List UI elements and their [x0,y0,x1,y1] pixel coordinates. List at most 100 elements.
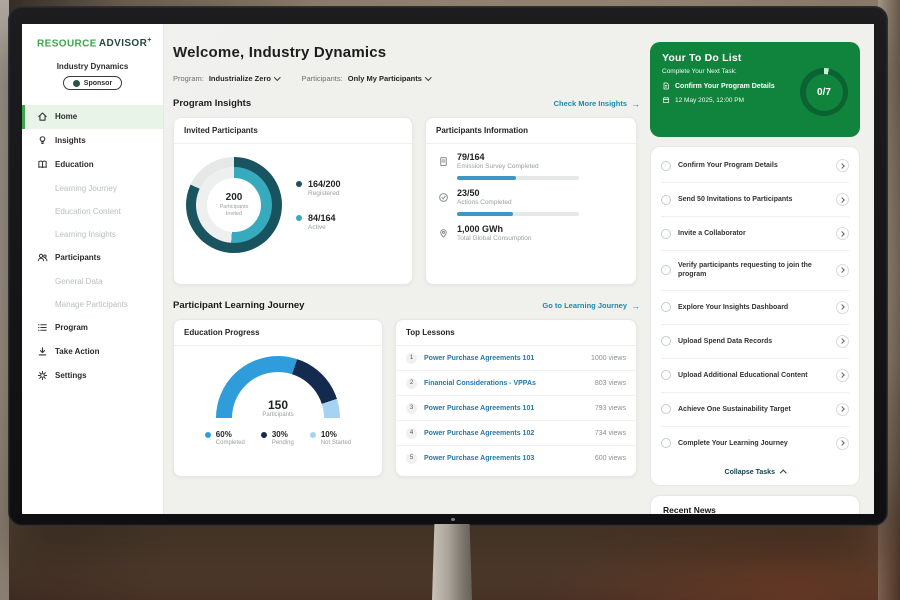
participants-filter-dropdown[interactable]: Only My Participants [348,74,431,83]
power-led [451,518,455,521]
donut-center-value: 200 [226,192,243,203]
lesson-views: 793 views [595,405,626,412]
lesson-link[interactable]: Power Purchase Agreements 102 [424,430,588,437]
program-filter: Program: Industrialize Zero [173,74,279,83]
gauge-center-value: 150 [268,398,288,412]
task-row-achieve-sustainability-target[interactable]: Achieve One Sustainability Target [661,393,849,427]
task-checkbox[interactable] [661,336,671,346]
lesson-row[interactable]: 2 Financial Considerations - VPPAs 803 v… [396,371,636,396]
task-row-upload-spend-data[interactable]: Upload Spend Data Records [661,325,849,359]
sponsor-badge[interactable]: Sponsor [63,76,122,90]
filters-bar: Program: Industrialize Zero Participants… [173,74,640,83]
page-title: Welcome, Industry Dynamics [173,44,640,61]
task-row-explore-insights[interactable]: Explore Your Insights Dashboard [661,291,849,325]
task-chevron-button[interactable] [836,335,849,348]
task-chevron-button[interactable] [836,301,849,314]
legend-item-active: 84/164 Active [296,213,341,231]
lesson-link[interactable]: Power Purchase Agreements 103 [424,455,588,462]
lesson-link[interactable]: Financial Considerations - VPPAs [424,380,588,387]
sidebar-item-participants[interactable]: Participants [22,246,163,270]
sidebar-item-manage-participants[interactable]: Manage Participants [22,293,163,316]
lesson-views: 600 views [595,455,626,462]
task-row-confirm-program[interactable]: Confirm Your Program Details [661,149,849,183]
sidebar-item-program[interactable]: Program [22,316,163,340]
clipboard-icon [438,154,449,165]
task-row-send-invitations[interactable]: Send 50 Invitations to Participants [661,183,849,217]
sidebar-item-learning-insights[interactable]: Learning Insights [22,223,163,246]
task-label: Upload Additional Educational Content [678,371,829,380]
lesson-link[interactable]: Power Purchase Agreements 101 [424,355,584,362]
resource-advisor-app: RESOURCEADVISOR+ Industry Dynamics Spons… [22,24,874,514]
task-label: Send 50 Invitations to Participants [678,195,829,204]
task-chevron-button[interactable] [836,227,849,240]
task-checkbox[interactable] [661,438,671,448]
sidebar-item-label: Learning Insights [55,230,116,239]
sidebar-item-home[interactable]: Home [22,105,163,129]
lesson-row[interactable]: 1 Power Purchase Agreements 101 1000 vie… [396,346,636,371]
invited-participants-body: 200 Participants Invited 164/200 Registe [174,144,412,266]
task-checkbox[interactable] [661,161,671,171]
task-chevron-button[interactable] [836,369,849,382]
top-lessons-title: Top Lessons [396,320,636,346]
lesson-link[interactable]: Power Purchase Agreements 101 [424,405,588,412]
task-checkbox[interactable] [661,265,671,275]
recent-news-card: Recent News [650,495,860,514]
task-checkbox[interactable] [661,229,671,239]
sidebar-item-general-data[interactable]: General Data [22,270,163,293]
go-to-learning-journey-label: Go to Learning Journey [542,301,627,310]
chevron-down-icon [425,74,431,80]
lesson-rank-badge: 1 [406,353,417,364]
sidebar-item-learning-journey[interactable]: Learning Journey [22,177,163,200]
check-more-insights-link[interactable]: Check More Insights → [554,99,640,109]
sidebar-item-settings[interactable]: Settings [22,364,163,388]
sidebar-item-insights[interactable]: Insights [22,129,163,153]
task-checkbox[interactable] [661,404,671,414]
arrow-right-icon: → [631,99,640,109]
todo-progress-value: 0/7 [806,74,843,111]
todo-next-task[interactable]: Confirm Your Program Details [662,82,796,90]
sidebar-item-label: Learning Journey [55,184,117,193]
task-label: Invite a Collaborator [678,229,829,238]
people-icon [37,252,48,263]
chevron-right-icon [839,231,845,237]
sidebar-item-take-action[interactable]: Take Action [22,340,163,364]
task-chevron-button[interactable] [836,193,849,206]
task-row-invite-collaborator[interactable]: Invite a Collaborator [661,217,849,251]
program-insights-cards: Invited Participants 200 Participants In… [173,117,640,285]
logo-text-secondary: ADVISOR [99,38,147,49]
sidebar-item-education-content[interactable]: Education Content [22,200,163,223]
check-more-insights-label: Check More Insights [554,99,627,108]
collapse-tasks-link[interactable]: Collapse Tasks [661,460,849,481]
task-chevron-button[interactable] [836,159,849,172]
lesson-row[interactable]: 3 Power Purchase Agreements 101 793 view… [396,396,636,421]
task-row-verify-participants[interactable]: Verify participants requesting to join t… [661,251,849,291]
chevron-right-icon [839,197,845,203]
task-label: Upload Spend Data Records [678,337,829,346]
sidebar-item-education[interactable]: Education [22,153,163,177]
lesson-rank-badge: 2 [406,378,417,389]
participants-filter-value: Only My Participants [348,74,422,83]
gauge-center-label: Participants [262,412,293,418]
program-filter-dropdown[interactable]: Industrialize Zero [209,74,280,83]
task-row-upload-educational-content[interactable]: Upload Additional Educational Content [661,359,849,393]
task-chevron-button[interactable] [836,403,849,416]
go-to-learning-journey-link[interactable]: Go to Learning Journey → [542,301,640,311]
document-icon [662,82,670,90]
task-checkbox[interactable] [661,370,671,380]
arrow-right-icon: → [631,301,640,311]
sidebar-item-label: Settings [55,371,87,380]
stat-label: Actions Completed [457,199,512,206]
lesson-row[interactable]: 4 Power Purchase Agreements 102 734 view… [396,421,636,446]
logo-text-primary: RESOURCE [37,38,97,49]
sponsor-badge-label: Sponsor [84,80,112,87]
task-checkbox[interactable] [661,195,671,205]
org-block: Industry Dynamics Sponsor [22,62,163,92]
task-chevron-button[interactable] [836,264,849,277]
task-row-complete-learning-journey[interactable]: Complete Your Learning Journey [661,427,849,460]
task-checkbox[interactable] [661,302,671,312]
donut-center-label: Participants Invited [212,204,256,219]
task-chevron-button[interactable] [836,437,849,450]
lesson-rank-badge: 4 [406,428,417,439]
legend-label: Pending [272,440,294,446]
lesson-row[interactable]: 5 Power Purchase Agreements 103 600 view… [396,446,636,470]
